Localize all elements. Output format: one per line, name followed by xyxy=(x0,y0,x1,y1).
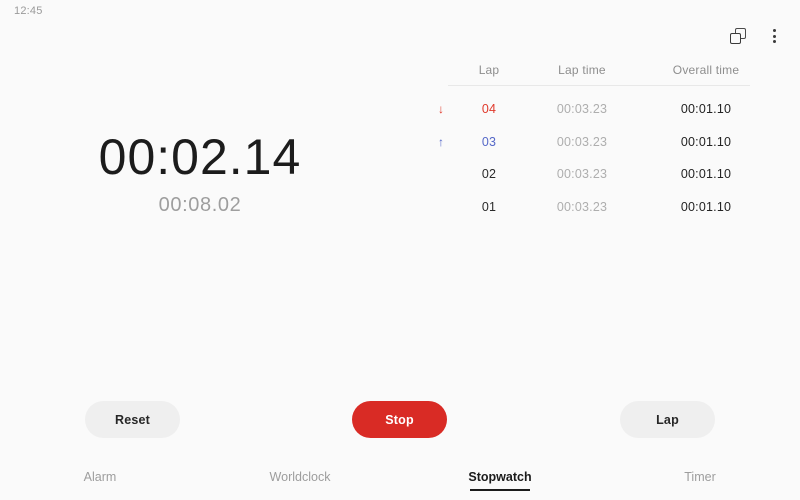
arrow-up-icon-glyph: ↑ xyxy=(438,134,444,149)
tab-label: Timer xyxy=(684,470,716,484)
more-options-button[interactable] xyxy=(762,24,786,48)
copy-icon xyxy=(730,28,746,44)
tab-timer[interactable]: Timer xyxy=(600,470,800,488)
lap-number-cell: 03 xyxy=(481,134,497,149)
overall-time-cell: 00:01.10 xyxy=(680,134,732,149)
arrow-down-icon-glyph: ↓ xyxy=(438,102,444,117)
lap-table: Lap Lap time Overall time xyxy=(424,58,768,82)
lap-header-overall-time: Overall time xyxy=(672,63,740,77)
tab-label: Alarm xyxy=(83,470,117,484)
lap-time-cell: 00:03.23 xyxy=(556,134,608,149)
reset-button[interactable]: Reset xyxy=(85,401,180,438)
lap-number-cell: 01 xyxy=(481,199,497,214)
lap-table-divider xyxy=(448,85,750,86)
tab-alarm[interactable]: Alarm xyxy=(0,470,200,488)
tab-label: Worldclock xyxy=(269,470,331,484)
top-action-bar xyxy=(726,24,786,48)
lap-number-cell: 04 xyxy=(481,102,497,117)
overall-time-cell: 00:01.10 xyxy=(680,102,732,117)
lap-time-cell: 00:03.23 xyxy=(556,167,608,182)
lap-time-cell: 00:03.23 xyxy=(556,199,608,214)
table-row[interactable]: 01 00:03.23 00:01.10 xyxy=(424,191,768,224)
tab-worldclock[interactable]: Worldclock xyxy=(200,470,400,488)
status-bar-clock: 12:45 xyxy=(14,5,43,17)
more-vertical-icon xyxy=(772,28,776,44)
lap-table-header: Lap Lap time Overall time xyxy=(424,58,768,82)
stop-button[interactable]: Stop xyxy=(352,401,447,438)
arrow-up-icon: ↑ xyxy=(424,136,458,148)
overall-time-cell: 00:01.10 xyxy=(680,167,732,182)
lap-header-lap: Lap xyxy=(478,63,500,77)
tab-stopwatch[interactable]: Stopwatch xyxy=(400,470,600,491)
lap-table-body[interactable]: ↓ 04 00:03.23 00:01.10 ↑ 03 00:03.23 00:01.10 02… xyxy=(424,93,768,223)
lap-number-cell: 02 xyxy=(481,167,497,182)
table-row[interactable]: 02 00:03.23 00:01.10 xyxy=(424,158,768,191)
stopwatch-controls: Reset Stop Lap xyxy=(0,401,800,439)
status-bar: 12:45 xyxy=(0,0,800,22)
tab-active-underline xyxy=(470,489,530,491)
copy-icon-button[interactable] xyxy=(726,24,750,48)
sub-time-value: 00:08.02 xyxy=(158,194,242,216)
stopwatch-display: 00:02.14 00:08.02 xyxy=(0,130,400,217)
tab-label: Stopwatch xyxy=(468,470,532,484)
lap-time-cell: 00:03.23 xyxy=(556,102,608,117)
main-time-value: 00:02.14 xyxy=(98,129,302,185)
lap-header-lap-time: Lap time xyxy=(558,63,606,77)
arrow-down-icon: ↓ xyxy=(424,103,458,115)
table-row[interactable]: ↑ 03 00:03.23 00:01.10 xyxy=(424,126,768,159)
bottom-tab-bar: Alarm Worldclock Stopwatch Timer xyxy=(0,458,800,500)
overall-time-cell: 00:01.10 xyxy=(680,199,732,214)
table-row[interactable]: ↓ 04 00:03.23 00:01.10 xyxy=(424,93,768,126)
lap-button[interactable]: Lap xyxy=(620,401,715,438)
